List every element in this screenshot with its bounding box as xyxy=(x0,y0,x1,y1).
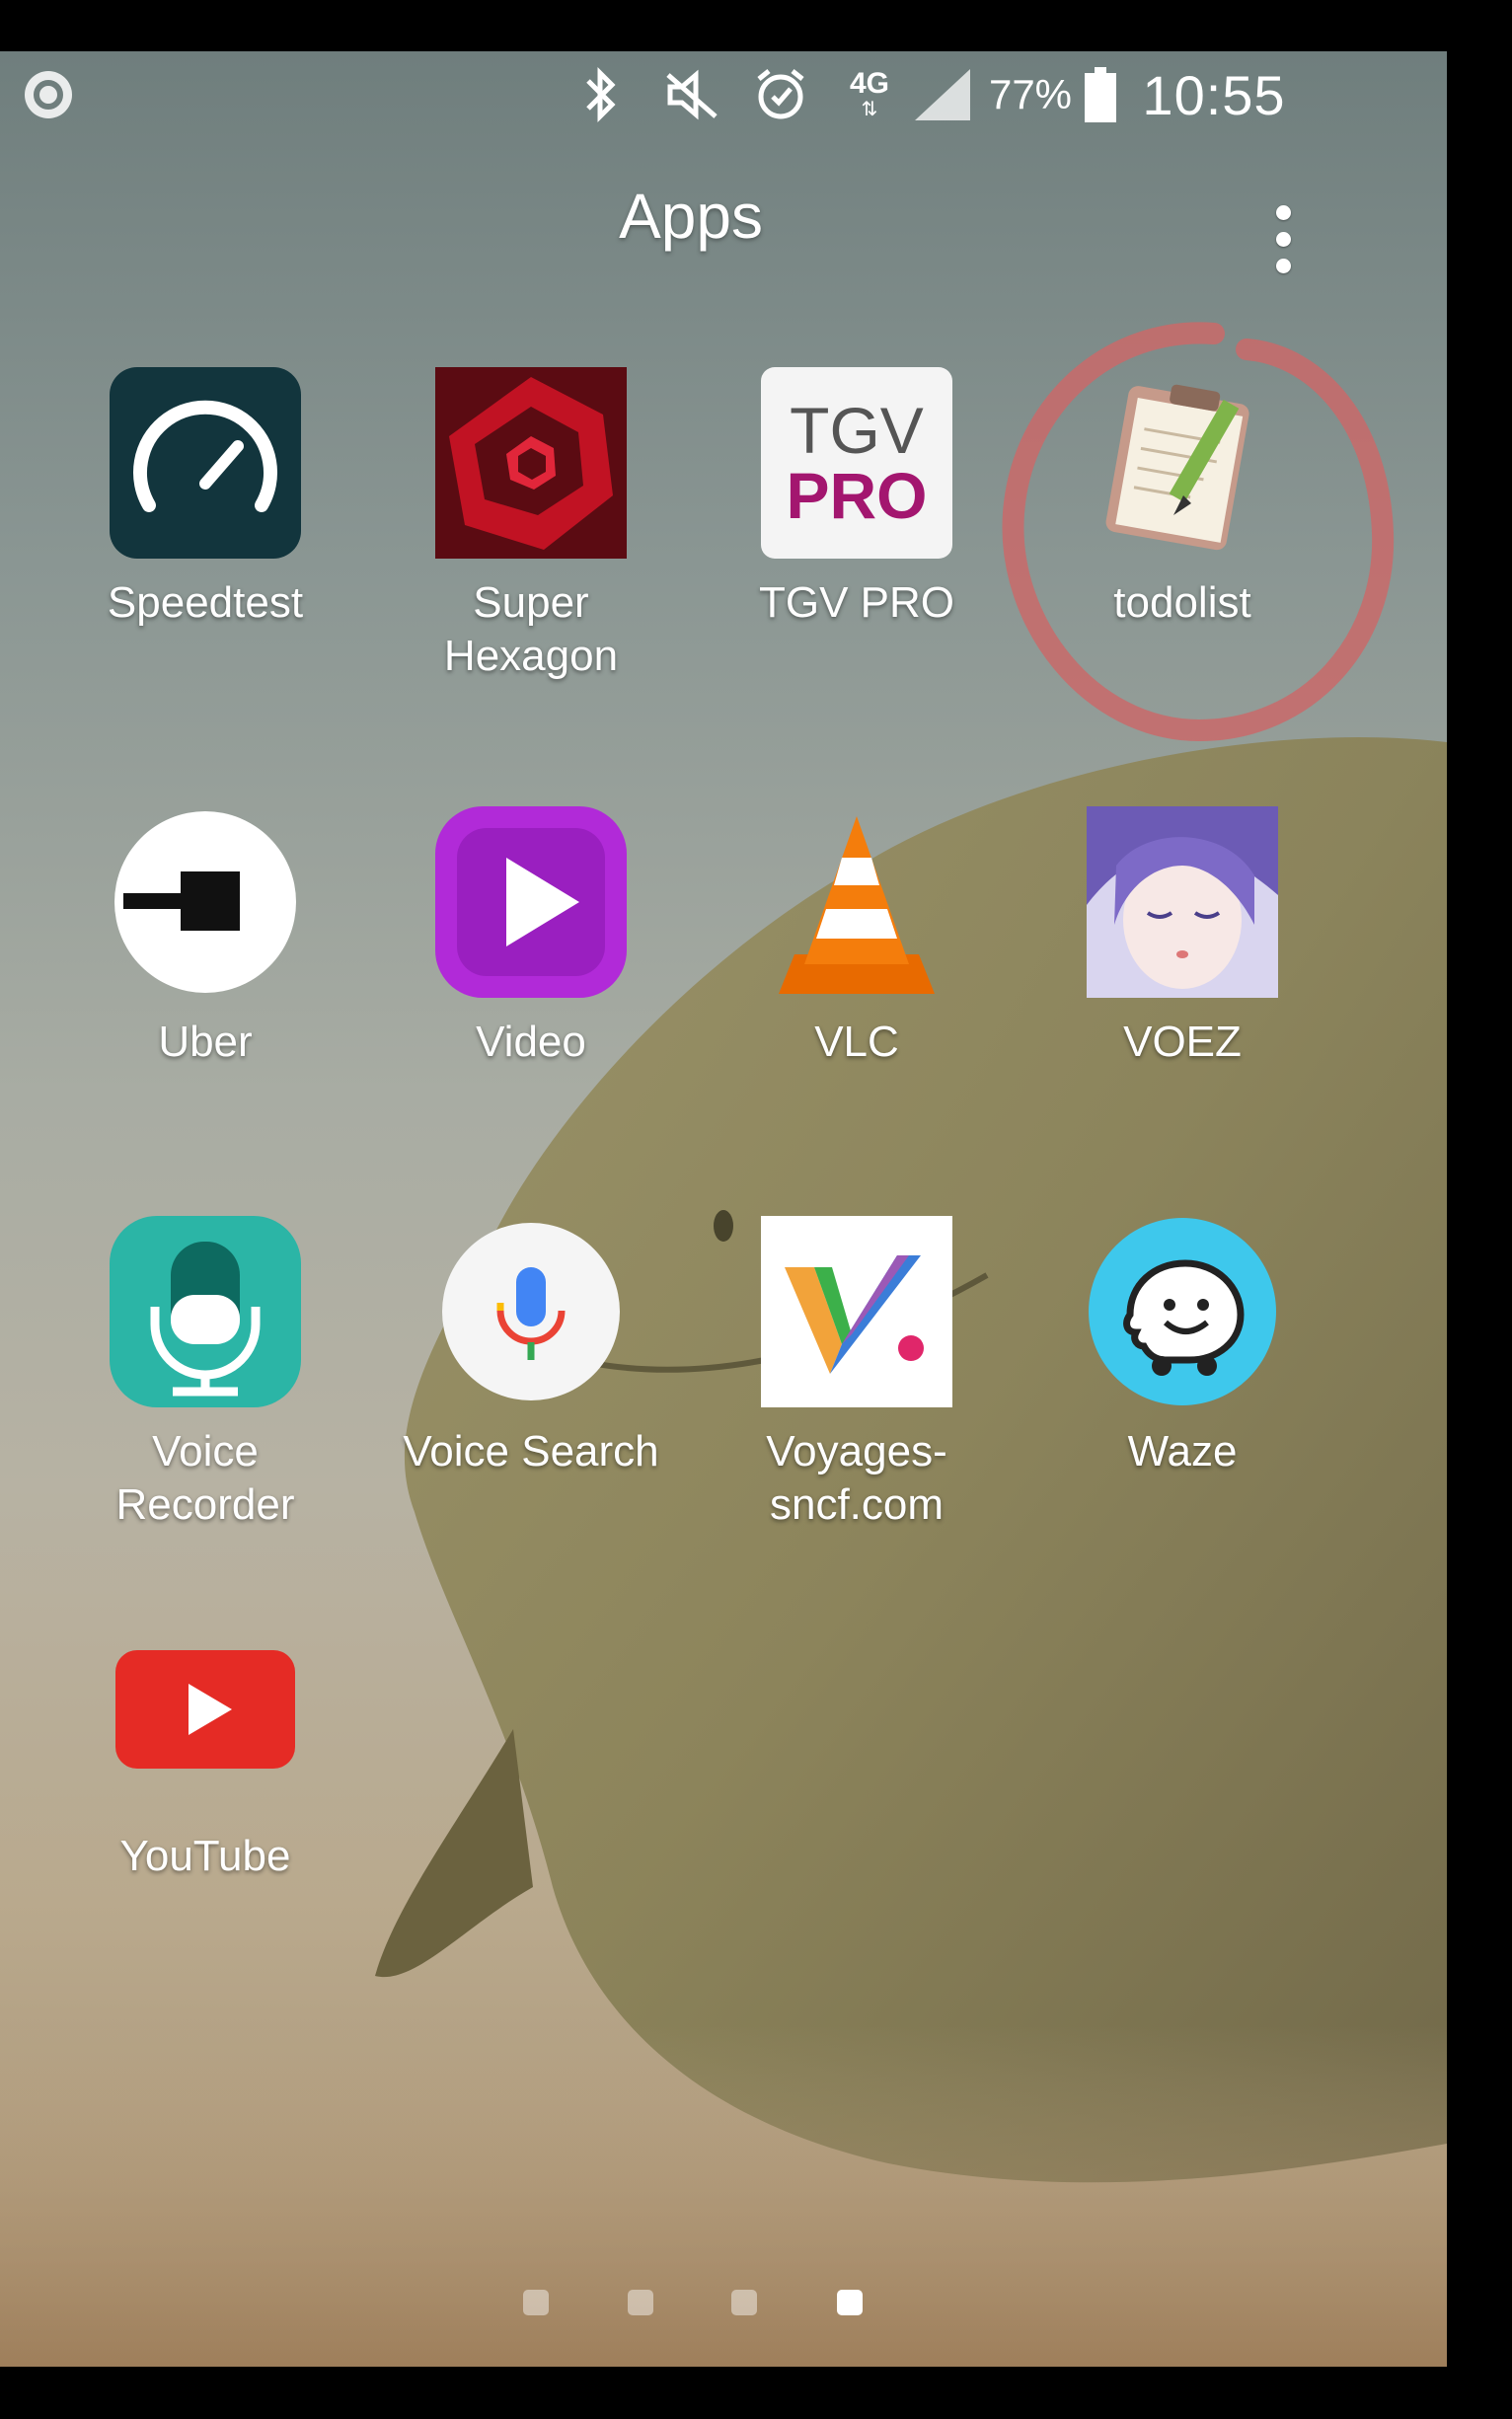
app-label: todolist xyxy=(1113,578,1251,627)
app-label: Uber xyxy=(158,1018,253,1066)
voez-icon xyxy=(1087,806,1278,998)
app-speedtest[interactable]: Speedtest xyxy=(47,367,363,722)
app-label: Voice Recorder xyxy=(115,1427,295,1529)
more-vertical-icon-dot xyxy=(1275,231,1291,247)
app-voyages-sncf[interactable]: Voyages- sncf.com xyxy=(699,1216,1015,1571)
app-tgv-pro[interactable]: TGV PRO TGV PRO xyxy=(699,367,1015,722)
page-dot-4-active[interactable] xyxy=(837,2290,863,2315)
network-type-label: 4G xyxy=(849,67,890,100)
app-youtube[interactable]: YouTube xyxy=(47,1621,363,1976)
page-dot-2[interactable] xyxy=(628,2290,653,2315)
waze-icon xyxy=(1087,1216,1278,1407)
video-icon xyxy=(435,806,627,998)
app-todolist[interactable]: todolist xyxy=(1024,367,1340,722)
app-label: Voice Search xyxy=(403,1427,659,1475)
clock: 10:55 xyxy=(1142,63,1286,126)
more-options-button[interactable] xyxy=(1253,185,1313,293)
app-label: TGV PRO xyxy=(758,578,955,627)
app-voice-search[interactable]: Voice Search xyxy=(373,1216,689,1571)
app-voice-recorder[interactable]: Voice Recorder xyxy=(47,1216,363,1571)
network-indicator: 4G ⇅ xyxy=(849,67,890,121)
app-voez[interactable]: VOEZ xyxy=(1024,806,1340,1162)
super-hexagon-icon xyxy=(435,367,627,559)
mute-icon xyxy=(657,51,726,138)
vlc-icon xyxy=(761,806,952,998)
status-bar: 4G ⇅ 77% 10:55 xyxy=(0,51,1447,138)
app-label: Super Hexagon xyxy=(443,578,619,680)
app-label: VOEZ xyxy=(1123,1018,1242,1066)
app-waze[interactable]: Waze xyxy=(1024,1216,1340,1571)
app-label: YouTube xyxy=(119,1832,291,1880)
app-vlc[interactable]: VLC xyxy=(699,806,1015,1162)
app-label: Waze xyxy=(1127,1427,1238,1475)
page-title: Apps xyxy=(619,181,763,252)
page-dot-3[interactable] xyxy=(731,2290,757,2315)
voice-search-icon xyxy=(435,1216,627,1407)
speedtest-icon xyxy=(110,367,301,559)
app-label: Voyages- sncf.com xyxy=(766,1427,947,1529)
page-indicator xyxy=(0,2290,1447,2329)
alarm-icon xyxy=(746,51,815,138)
battery-icon xyxy=(1078,51,1123,138)
more-vertical-icon-dot xyxy=(1275,258,1291,273)
app-label: Video xyxy=(476,1018,586,1066)
app-label: VLC xyxy=(814,1018,899,1066)
more-vertical-icon xyxy=(1275,204,1291,220)
tgv-pro-icon: TGV PRO xyxy=(761,367,952,559)
app-notification-icon xyxy=(14,51,83,138)
tgv-pro-icon-text-bottom: PRO xyxy=(786,459,928,532)
voyages-sncf-icon xyxy=(761,1216,952,1407)
signal-icon xyxy=(908,51,977,138)
voice-recorder-icon xyxy=(110,1216,301,1407)
home-screen: 4G ⇅ 77% 10:55 Apps Speedtest Super Hexa… xyxy=(0,51,1447,2367)
todolist-icon xyxy=(1087,367,1278,559)
app-super-hexagon[interactable]: Super Hexagon xyxy=(373,367,689,722)
app-video[interactable]: Video xyxy=(373,806,689,1162)
uber-icon xyxy=(110,806,301,998)
youtube-icon xyxy=(110,1621,301,1812)
page-dot-1[interactable] xyxy=(523,2290,549,2315)
app-label: Speedtest xyxy=(107,578,304,627)
tgv-pro-icon-text-top: TGV xyxy=(790,394,924,467)
bluetooth-icon xyxy=(570,51,630,138)
battery-percent: 77% xyxy=(988,71,1073,117)
app-uber[interactable]: Uber xyxy=(47,806,363,1162)
